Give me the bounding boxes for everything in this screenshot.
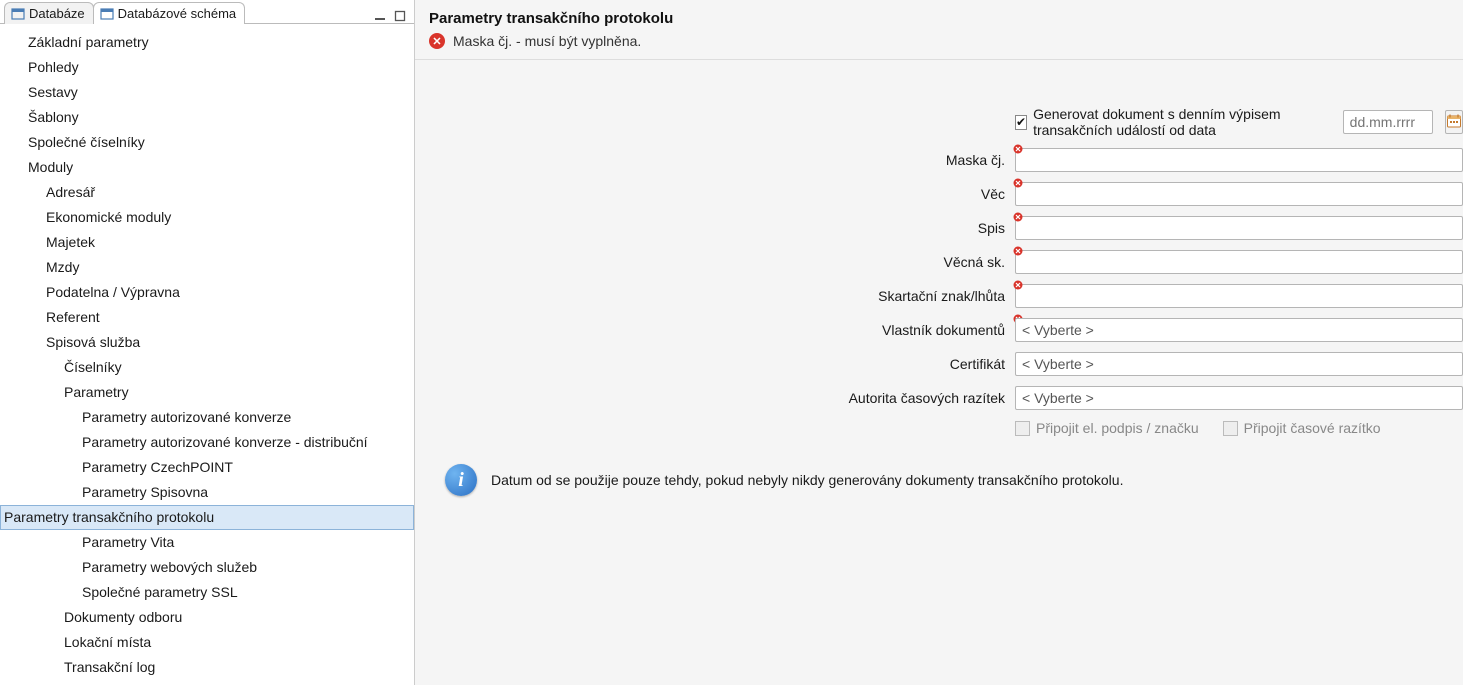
vecna-input[interactable] bbox=[1015, 250, 1463, 274]
validation-message: ✕ Maska čj. - musí být vyplněna. bbox=[429, 33, 1449, 49]
label-owner: Vlastník dokumentů bbox=[415, 322, 1015, 338]
required-icon bbox=[1013, 212, 1023, 222]
form-header: Parametry transakčního protokolu ✕ Maska… bbox=[415, 0, 1463, 60]
tree-item[interactable]: Referent bbox=[0, 305, 414, 330]
tree-item[interactable]: Číselníky bbox=[0, 355, 414, 380]
left-tabbar: Databáze Databázové schéma bbox=[0, 0, 414, 24]
tab-label: Databázové schéma bbox=[118, 6, 237, 21]
tree-item[interactable]: Lokační místa bbox=[0, 630, 414, 655]
label-vec: Věc bbox=[415, 186, 1015, 202]
tree-item[interactable]: Šablony bbox=[0, 105, 414, 130]
window-icon bbox=[11, 7, 25, 21]
generate-label: Generovat dokument s denním výpisem tran… bbox=[1033, 106, 1329, 138]
info-icon: i bbox=[445, 464, 477, 496]
tree-item[interactable]: Adresář bbox=[0, 180, 414, 205]
tree-item[interactable]: Majetek bbox=[0, 230, 414, 255]
left-panel: Databáze Databázové schéma Základní para… bbox=[0, 0, 415, 685]
tree-item[interactable]: Moduly bbox=[0, 155, 414, 180]
skart-input[interactable] bbox=[1015, 284, 1463, 308]
attach-signature-checkbox bbox=[1015, 421, 1030, 436]
tree-item[interactable]: Mzdy bbox=[0, 255, 414, 280]
validation-text: Maska čj. - musí být vyplněna. bbox=[453, 33, 641, 49]
error-icon: ✕ bbox=[429, 33, 445, 49]
info-row: i Datum od se použije pouze tehdy, pokud… bbox=[415, 446, 1463, 496]
tab-schema[interactable]: Databázové schéma bbox=[93, 2, 246, 24]
required-icon bbox=[1013, 178, 1023, 188]
info-text: Datum od se použije pouze tehdy, pokud n… bbox=[491, 472, 1123, 488]
tree-item[interactable]: Společné číselníky bbox=[0, 130, 414, 155]
tsa-select[interactable]: < Vyberte > bbox=[1015, 386, 1463, 410]
calendar-button[interactable] bbox=[1445, 110, 1463, 134]
label-spis: Spis bbox=[415, 220, 1015, 236]
calendar-icon bbox=[1446, 113, 1462, 132]
tree-item[interactable]: Základní parametry bbox=[0, 30, 414, 55]
navigation-tree: Základní parametry Pohledy Sestavy Šablo… bbox=[0, 24, 414, 685]
tree-item[interactable]: Parametry Spisovna bbox=[0, 480, 414, 505]
tab-database[interactable]: Databáze bbox=[4, 2, 94, 24]
tree-item[interactable]: Dokumenty odboru bbox=[0, 605, 414, 630]
label-cert: Certifikát bbox=[415, 356, 1015, 372]
required-icon bbox=[1013, 144, 1023, 154]
attach-signature-label: Připojit el. podpis / značku bbox=[1036, 420, 1199, 436]
vec-input[interactable] bbox=[1015, 182, 1463, 206]
tree-item-selected[interactable]: Parametry transakčního protokolu bbox=[0, 505, 414, 530]
tree-item[interactable]: Parametry autorizované konverze bbox=[0, 405, 414, 430]
tree-item[interactable]: Ekonomické moduly bbox=[0, 205, 414, 230]
required-icon bbox=[1013, 246, 1023, 256]
attach-timestamp-label: Připojit časové razítko bbox=[1244, 420, 1381, 436]
tree-item[interactable]: Parametry autorizované konverze - distri… bbox=[0, 430, 414, 455]
required-icon bbox=[1013, 280, 1023, 290]
tree-item[interactable]: Pohledy bbox=[0, 55, 414, 80]
mask-input[interactable] bbox=[1015, 148, 1463, 172]
spis-input[interactable] bbox=[1015, 216, 1463, 240]
form-panel: Parametry transakčního protokolu ✕ Maska… bbox=[415, 0, 1463, 685]
tree-item[interactable]: Parametry bbox=[0, 380, 414, 405]
tree-item[interactable]: Parametry Vita bbox=[0, 530, 414, 555]
window-icon bbox=[100, 7, 114, 21]
label-skart: Skartační znak/lhůta bbox=[415, 288, 1015, 304]
tab-label: Databáze bbox=[29, 6, 85, 21]
label-vecna: Věcná sk. bbox=[415, 254, 1015, 270]
generate-checkbox[interactable]: ✔ bbox=[1015, 115, 1027, 130]
tree-item[interactable]: Spisová služba bbox=[0, 330, 414, 355]
tree-item[interactable]: Společné parametry SSL bbox=[0, 580, 414, 605]
tree-item[interactable]: Sestavy bbox=[0, 80, 414, 105]
tree-item[interactable]: Parametry webových služeb bbox=[0, 555, 414, 580]
maximize-icon[interactable] bbox=[392, 9, 408, 23]
form-body: ✔ Generovat dokument s denním výpisem tr… bbox=[415, 60, 1463, 685]
owner-select[interactable]: < Vyberte > bbox=[1015, 318, 1463, 342]
tree-item[interactable]: Transakční log bbox=[0, 655, 414, 680]
tree-item[interactable]: Parametry CzechPOINT bbox=[0, 455, 414, 480]
cert-select[interactable]: < Vyberte > bbox=[1015, 352, 1463, 376]
attach-timestamp-checkbox bbox=[1223, 421, 1238, 436]
label-mask: Maska čj. bbox=[415, 152, 1015, 168]
from-date-input[interactable] bbox=[1343, 110, 1433, 134]
page-title: Parametry transakčního protokolu bbox=[429, 10, 1449, 27]
tree-item[interactable]: Podatelna / Výpravna bbox=[0, 280, 414, 305]
tree-item[interactable]: Import dat bbox=[0, 680, 414, 685]
application-window: Databáze Databázové schéma Základní para… bbox=[0, 0, 1463, 685]
label-tsa: Autorita časových razítek bbox=[415, 390, 1015, 406]
minimize-icon[interactable] bbox=[372, 9, 388, 23]
